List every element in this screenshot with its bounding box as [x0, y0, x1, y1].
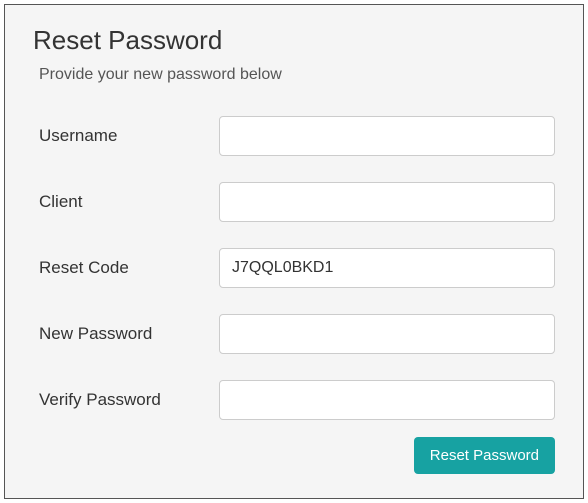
verify-password-row: Verify Password — [33, 380, 555, 420]
client-input[interactable] — [219, 182, 555, 222]
new-password-row: New Password — [33, 314, 555, 354]
verify-password-input[interactable] — [219, 380, 555, 420]
reset-password-button[interactable]: Reset Password — [414, 437, 555, 474]
reset-password-panel: Reset Password Provide your new password… — [4, 4, 584, 499]
new-password-input[interactable] — [219, 314, 555, 354]
page-subtitle: Provide your new password below — [33, 66, 555, 84]
reset-code-row: Reset Code — [33, 248, 555, 288]
reset-code-input[interactable] — [219, 248, 555, 288]
username-row: Username — [33, 116, 555, 156]
username-label: Username — [39, 126, 219, 146]
client-label: Client — [39, 192, 219, 212]
page-title: Reset Password — [33, 25, 555, 56]
verify-password-label: Verify Password — [39, 390, 219, 410]
new-password-label: New Password — [39, 324, 219, 344]
reset-code-label: Reset Code — [39, 258, 219, 278]
button-row: Reset Password — [414, 437, 555, 474]
username-input[interactable] — [219, 116, 555, 156]
client-row: Client — [33, 182, 555, 222]
